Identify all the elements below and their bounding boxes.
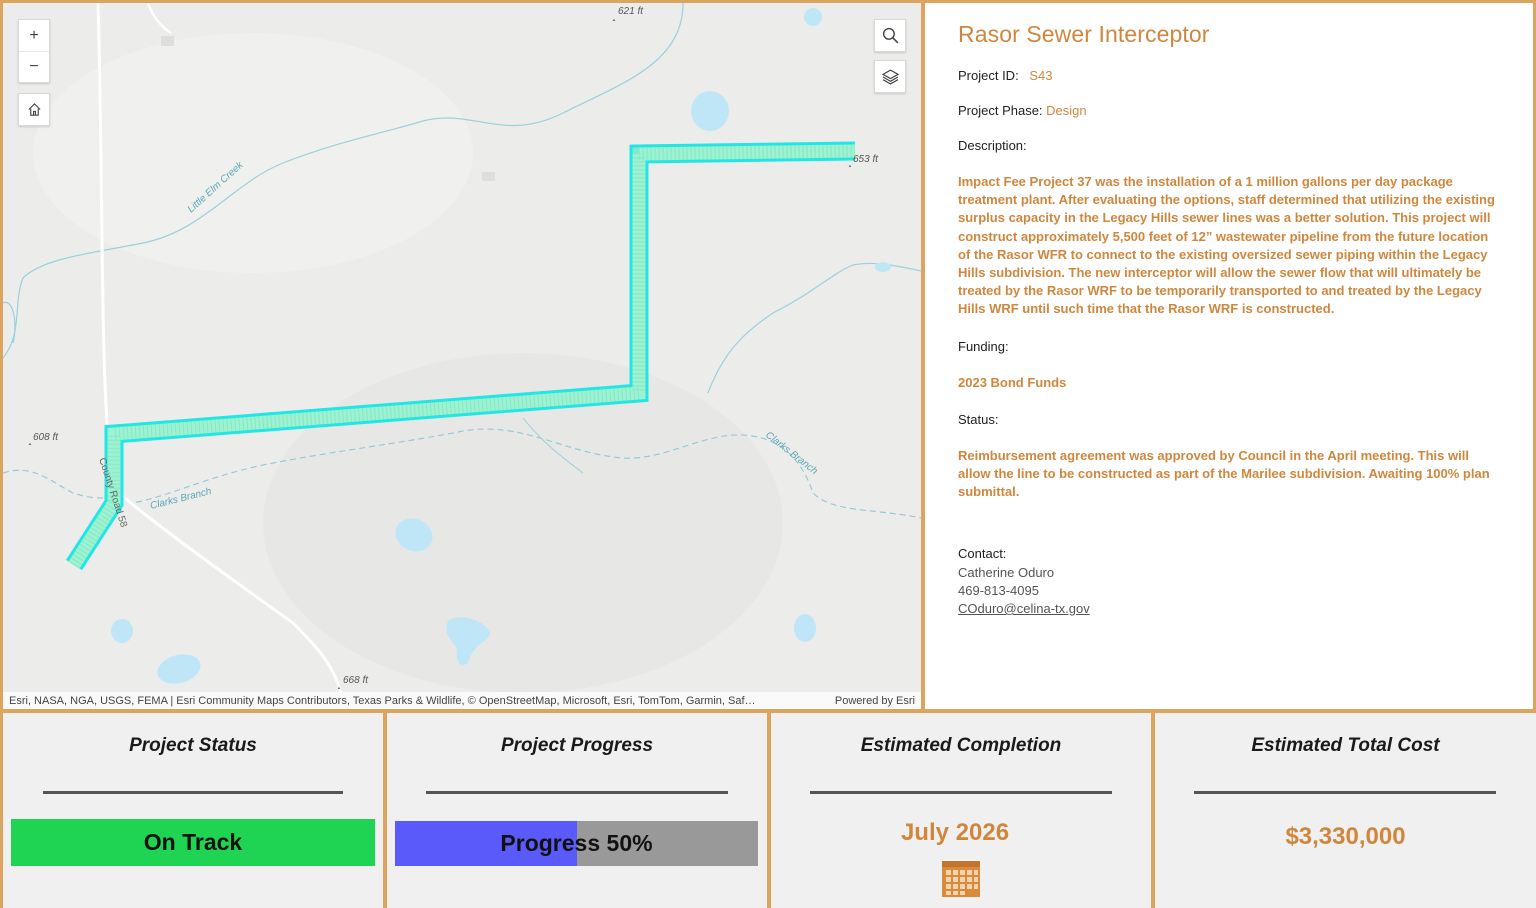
progress-label: Progress 50% xyxy=(500,830,653,856)
divider xyxy=(1194,791,1496,794)
project-progress-card: Project Progress Progress 50% xyxy=(387,713,767,908)
search-control xyxy=(874,19,906,52)
description-label: Description: xyxy=(958,138,1027,153)
layers-icon xyxy=(881,69,899,85)
status-label: Status: xyxy=(958,411,999,427)
total-cost-value: $3,330,000 xyxy=(1285,823,1406,850)
project-id-label: Project ID: xyxy=(958,68,1019,83)
layers-control xyxy=(874,60,906,93)
svg-text:▲: ▲ xyxy=(848,163,852,168)
map-attribution: Esri, NASA, NGA, USGS, FEMA | Esri Commu… xyxy=(3,692,921,709)
elevation-label-653: 653 ft xyxy=(853,154,879,165)
elevation-label-668: 668 ft xyxy=(343,675,369,686)
description-text: Impact Fee Project 37 was the installati… xyxy=(958,174,1495,317)
search-icon xyxy=(882,27,898,44)
zoom-controls: + − xyxy=(18,19,50,83)
contact-phone: 469-813-4095 xyxy=(958,582,1039,598)
project-status-title: Project Status xyxy=(129,735,257,756)
project-phase-row: Project Phase: Design xyxy=(958,103,1499,118)
home-icon xyxy=(27,103,41,116)
contact-label: Contact: xyxy=(958,546,1007,562)
search-button[interactable] xyxy=(875,20,905,51)
zoom-in-button[interactable]: + xyxy=(19,20,49,51)
project-id-value: S43 xyxy=(1029,68,1053,83)
svg-text:▲: ▲ xyxy=(28,441,32,446)
calendar-icon xyxy=(942,861,980,897)
status-text: Reimbursement agreement was approved by … xyxy=(958,447,1490,500)
project-phase-value: Design xyxy=(1046,103,1087,118)
divider xyxy=(426,791,728,794)
attribution-text[interactable]: Esri, NASA, NGA, USGS, FEMA | Esri Commu… xyxy=(9,695,823,707)
project-phase-label: Project Phase: xyxy=(958,103,1043,118)
project-info-panel: Rasor Sewer Interceptor Project ID: S43 … xyxy=(925,3,1533,709)
funding-value: 2023 Bond Funds xyxy=(958,374,1067,390)
project-progress-title: Project Progress xyxy=(500,735,654,756)
home-button[interactable] xyxy=(19,94,49,125)
elevation-label-608: 608 ft xyxy=(33,432,59,443)
divider xyxy=(43,791,343,794)
completion-date: July 2026 xyxy=(900,819,1010,846)
progress-bar: Progress 50% xyxy=(395,821,758,866)
estimated-cost-title: Estimated Total Cost xyxy=(1251,735,1440,756)
estimated-completion-card: Estimated Completion July 2026 xyxy=(771,713,1151,908)
svg-text:▲: ▲ xyxy=(612,17,616,22)
elevation-label-621: 621 ft xyxy=(618,6,644,17)
estimated-completion-title: Estimated Completion xyxy=(860,735,1062,756)
contact-name: Catherine Oduro xyxy=(958,564,1055,580)
divider xyxy=(810,791,1112,794)
dashboard: ▲ ▲ ▲ ▲ 621 ft 653 ft 608 ft 668 ft Litt… xyxy=(0,0,1536,908)
home-control xyxy=(18,93,50,126)
svg-text:▲: ▲ xyxy=(337,685,341,690)
contact-email-link[interactable]: COduro@celina-tx.gov xyxy=(958,601,1090,616)
map-basemap: ▲ ▲ ▲ ▲ 621 ft 653 ft 608 ft 668 ft Litt… xyxy=(3,3,921,709)
project-title: Rasor Sewer Interceptor xyxy=(958,21,1210,47)
estimated-cost-card: Estimated Total Cost $3,330,000 xyxy=(1155,713,1536,908)
funding-label: Funding: xyxy=(958,338,1009,354)
project-status-card: Project Status On Track xyxy=(3,713,383,908)
powered-by-esri[interactable]: Powered by Esri xyxy=(835,695,915,707)
contact-block: Contact: Catherine Oduro 469-813-4095 CO… xyxy=(958,545,1499,618)
status-indicator: On Track xyxy=(11,819,375,866)
project-id-row: Project ID: S43 xyxy=(958,68,1499,83)
zoom-out-button[interactable]: − xyxy=(19,51,49,82)
map-view[interactable]: ▲ ▲ ▲ ▲ 621 ft 653 ft 608 ft 668 ft Litt… xyxy=(3,3,921,709)
layers-button[interactable] xyxy=(875,61,905,92)
